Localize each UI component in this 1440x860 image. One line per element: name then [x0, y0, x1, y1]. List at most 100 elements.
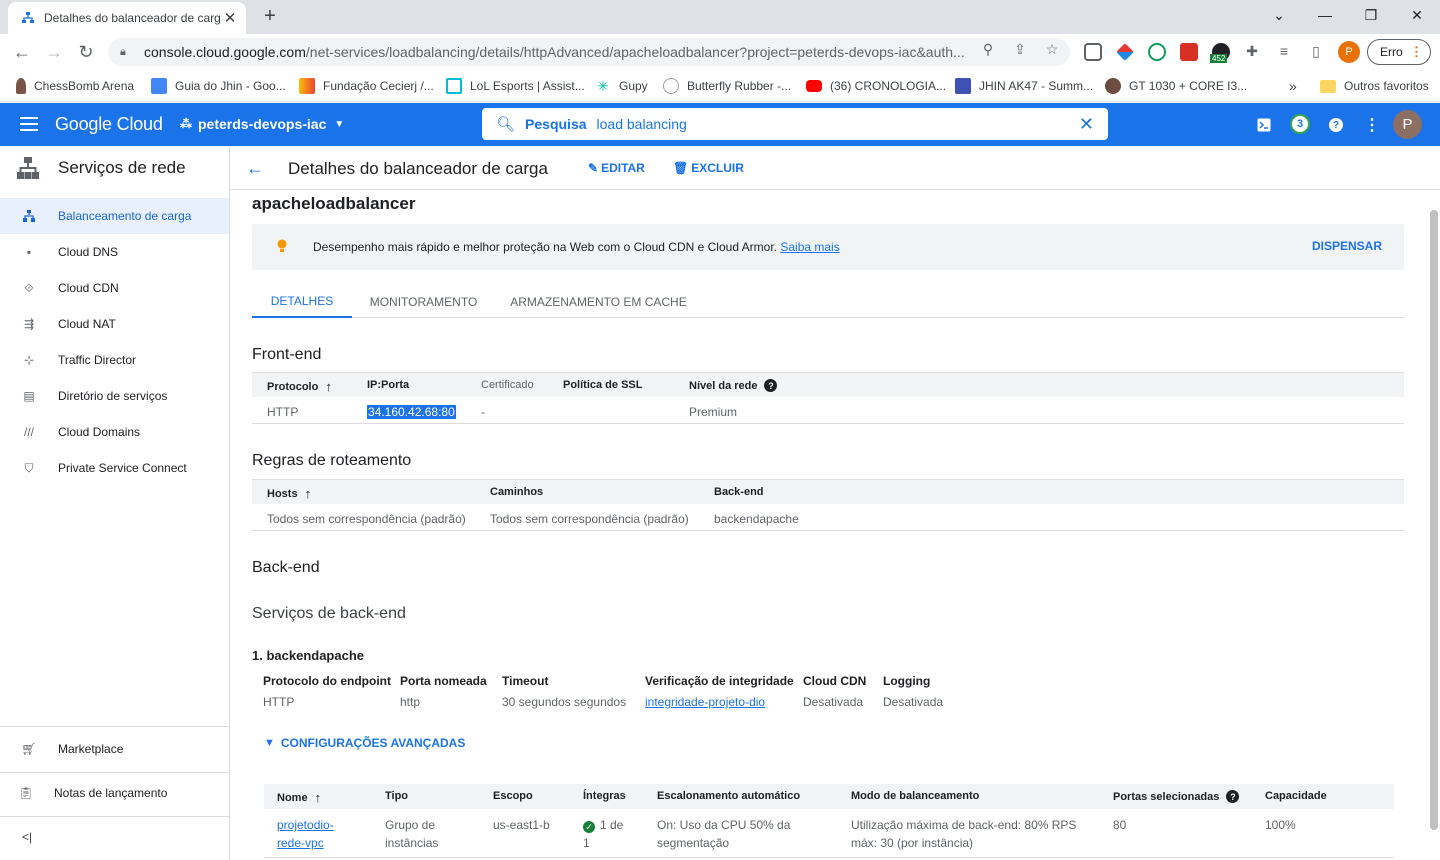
project-hierarchy-icon: ⁂: [180, 117, 192, 131]
extension-counter-icon[interactable]: 452: [1210, 43, 1230, 63]
browser-profile-avatar[interactable]: P: [1338, 41, 1360, 63]
col-hosts[interactable]: Hosts ↑: [267, 486, 311, 501]
back-arrow-icon[interactable]: ←: [10, 40, 34, 64]
back-arrow-icon[interactable]: ←: [246, 158, 264, 179]
col-name[interactable]: Nome ↑: [277, 790, 321, 805]
search-label: Pesquisa: [525, 116, 587, 132]
help-icon[interactable]: ?: [1326, 115, 1346, 135]
bookmark-item[interactable]: Guia do Jhin - Goo...: [151, 77, 286, 95]
help-icon[interactable]: ?: [1226, 790, 1240, 803]
col-autoscaling[interactable]: Escalonamento automático: [657, 790, 800, 802]
extension-red-play-icon[interactable]: [1180, 43, 1198, 61]
sidebar-item-cloud-dns[interactable]: ▪ Cloud DNS: [0, 234, 229, 270]
bookmark-item[interactable]: Butterfly Rubber -...: [663, 77, 791, 95]
bookmarks-overflow-icon[interactable]: »: [1289, 77, 1297, 95]
side-panel-icon[interactable]: ▯: [1308, 43, 1324, 59]
sidebar-item-cloud-domains[interactable]: /// Cloud Domains: [0, 414, 229, 450]
col-protocol[interactable]: Protocolo ↑: [267, 379, 332, 394]
error-button[interactable]: Erro ⋮: [1367, 39, 1431, 65]
bookmark-folder[interactable]: Outros favoritos: [1320, 77, 1429, 95]
more-options-icon[interactable]: ⋮: [1362, 115, 1382, 135]
sidebar-item-private-service-connect[interactable]: ⛉ Private Service Connect: [0, 450, 229, 486]
collapse-sidebar-icon[interactable]: <|: [22, 830, 32, 844]
sidebar-item-marketplace[interactable]: 🛒︎ Marketplace: [0, 731, 229, 767]
health-check-link[interactable]: integridade-projeto-dio: [645, 695, 765, 709]
col-backend[interactable]: Back-end: [714, 486, 764, 498]
zoom-icon[interactable]: ⚲: [980, 41, 996, 57]
puzzle-extensions-icon[interactable]: ✚: [1244, 43, 1260, 59]
bookmark-item[interactable]: JHIN AK47 - Summ...: [955, 77, 1093, 95]
bookmark-item[interactable]: (36) CRONOLOGIA...: [806, 77, 946, 95]
instance-group-link[interactable]: projetodio- rede-vpc: [277, 816, 334, 852]
sidebar-divider: [0, 816, 229, 817]
search-input[interactable]: load balancing: [597, 116, 687, 132]
browser-tab[interactable]: Detalhes do balanceador de carg ✕: [8, 2, 246, 34]
share-icon[interactable]: ⇪: [1012, 41, 1028, 57]
forward-arrow-icon[interactable]: →: [42, 40, 66, 64]
edit-button[interactable]: ✎ EDITAR: [588, 161, 645, 175]
bookmark-item[interactable]: ✳ Gupy: [595, 77, 648, 95]
reload-icon[interactable]: ↻: [74, 40, 98, 64]
col-certificate[interactable]: Certificado: [481, 379, 534, 391]
learn-more-link[interactable]: Saiba mais: [780, 240, 839, 254]
hamburger-menu-icon[interactable]: [20, 117, 38, 131]
cecierj-icon: [299, 78, 315, 94]
cloud-shell-icon[interactable]: [1254, 115, 1274, 135]
media-queue-icon[interactable]: ≡: [1276, 43, 1292, 59]
user-avatar[interactable]: P: [1393, 110, 1422, 139]
tab-monitoring[interactable]: MONITORAMENTO: [352, 286, 495, 318]
label-cloud-cdn: Cloud CDN: [803, 674, 867, 688]
label-logging: Logging: [883, 674, 931, 688]
search-bar[interactable]: 🔍︎ Pesquisa load balancing ✕: [482, 108, 1108, 140]
extension-red-blue-icon[interactable]: [1116, 43, 1134, 61]
sidebar-item-cloud-cdn[interactable]: ⟐ Cloud CDN: [0, 270, 229, 306]
col-capacity[interactable]: Capacidade: [1265, 790, 1327, 802]
close-window-button[interactable]: ✕: [1394, 0, 1440, 30]
network-favicon-icon: [20, 10, 36, 26]
col-balancing-mode[interactable]: Modo de balanceamento: [851, 790, 979, 802]
address-bar[interactable]: 🔒︎ console.cloud.google.com/net-services…: [108, 38, 1070, 66]
clear-search-icon[interactable]: ✕: [1079, 114, 1094, 135]
sidebar-item-release-notes[interactable]: 📋︎ Notas de lançamento: [0, 775, 229, 811]
col-selected-ports[interactable]: Portas selecionadas?: [1113, 790, 1240, 803]
maximize-button[interactable]: ❐: [1348, 0, 1394, 30]
col-healthy[interactable]: Íntegras: [583, 790, 626, 802]
tab-details[interactable]: DETALHES: [252, 286, 352, 318]
sidebar-item-cloud-nat[interactable]: ⇶ Cloud NAT: [0, 306, 229, 342]
sidebar-item-service-directory[interactable]: ▤ Diretório de serviços: [0, 378, 229, 414]
shield-extension-icon[interactable]: [1084, 43, 1102, 61]
cell-ip-port[interactable]: 34.160.42.68:80: [367, 405, 456, 419]
col-scope[interactable]: Escopo: [493, 790, 533, 802]
new-tab-button[interactable]: +: [258, 5, 282, 29]
bookmark-item[interactable]: Fundação Cecierj /...: [299, 77, 434, 95]
minimize-button[interactable]: —: [1302, 0, 1348, 30]
notifications-badge[interactable]: 3: [1290, 114, 1310, 134]
cell-capacity: 100%: [1265, 818, 1296, 832]
dismiss-button[interactable]: DISPENSAR: [1312, 239, 1382, 253]
sidebar-item-load-balancing[interactable]: Balanceamento de carga: [0, 198, 229, 234]
routing-section-title: Regras de roteamento: [252, 452, 412, 469]
help-icon[interactable]: ?: [764, 379, 778, 392]
col-network-tier[interactable]: Nível da rede?: [689, 379, 778, 392]
bookmark-item[interactable]: LoL Esports | Assist...: [446, 77, 585, 95]
extension-green-icon[interactable]: [1148, 43, 1166, 61]
tab-close-icon[interactable]: ✕: [222, 9, 238, 27]
col-ip-port[interactable]: IP:Porta: [367, 379, 409, 391]
advanced-settings-toggle[interactable]: ▼ CONFIGURAÇÕES AVANÇADAS: [264, 736, 465, 750]
col-paths[interactable]: Caminhos: [490, 486, 543, 498]
details-tabs: DETALHES MONITORAMENTO ARMAZENAMENTO EM …: [252, 286, 1404, 318]
col-type[interactable]: Tipo: [385, 790, 408, 802]
bookmark-star-icon[interactable]: ☆: [1044, 41, 1060, 57]
tab-search-icon[interactable]: ⌄: [1256, 0, 1302, 30]
page-scrollbar[interactable]: [1430, 210, 1438, 830]
col-ssl-policy[interactable]: Política de SSL: [563, 379, 642, 391]
bookmark-item[interactable]: GT 1030 + CORE I3...: [1105, 77, 1247, 95]
routing-table-header: Hosts ↑ Caminhos Back-end: [252, 479, 1404, 504]
delete-button[interactable]: 🗑︎ EXCLUIR: [673, 161, 744, 175]
tab-cache-storage[interactable]: ARMAZENAMENTO EM CACHE: [502, 286, 695, 318]
table-row: Todos sem correspondência (padrão) Todos…: [252, 505, 1404, 531]
sidebar-item-traffic-director[interactable]: ⊹ Traffic Director: [0, 342, 229, 378]
google-cloud-logo[interactable]: Google Cloud: [55, 114, 163, 135]
project-selector[interactable]: ⁂ peterds-devops-iac ▼: [180, 116, 344, 132]
bookmark-item[interactable]: ChessBomb Arena: [16, 77, 134, 95]
